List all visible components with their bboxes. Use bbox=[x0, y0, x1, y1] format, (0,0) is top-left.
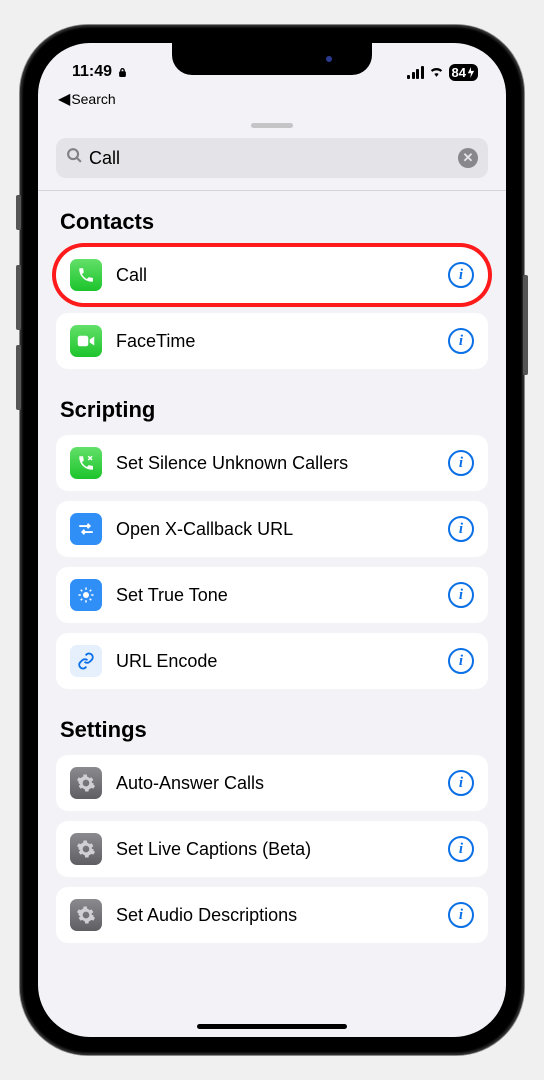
sheet-grabber[interactable] bbox=[251, 123, 293, 128]
volume-down bbox=[16, 345, 21, 410]
item-label: Open X-Callback URL bbox=[116, 519, 434, 540]
phone-silence-icon bbox=[70, 447, 102, 479]
section-header-scripting: Scripting bbox=[56, 379, 488, 435]
back-label: Search bbox=[71, 91, 115, 107]
info-button[interactable]: i bbox=[448, 648, 474, 674]
item-label: Set Audio Descriptions bbox=[116, 905, 434, 926]
mute-switch bbox=[16, 195, 21, 230]
search-input[interactable] bbox=[89, 148, 452, 169]
back-button[interactable]: ◀ Search bbox=[38, 87, 506, 115]
phone-icon bbox=[70, 259, 102, 291]
item-label: Set Live Captions (Beta) bbox=[116, 839, 434, 860]
brightness-icon bbox=[70, 579, 102, 611]
item-label: Auto-Answer Calls bbox=[116, 773, 434, 794]
action-true-tone[interactable]: Set True Tone i bbox=[56, 567, 488, 623]
gear-icon bbox=[70, 767, 102, 799]
search-field[interactable]: ✕ bbox=[56, 138, 488, 178]
home-indicator[interactable] bbox=[197, 1024, 347, 1029]
item-label: Set Silence Unknown Callers bbox=[116, 453, 434, 474]
volume-up bbox=[16, 265, 21, 330]
action-audio-descriptions[interactable]: Set Audio Descriptions i bbox=[56, 887, 488, 943]
chevron-left-icon: ◀ bbox=[58, 89, 70, 109]
link-icon bbox=[70, 645, 102, 677]
section-header-settings: Settings bbox=[56, 699, 488, 755]
item-label: URL Encode bbox=[116, 651, 434, 672]
section-header-contacts: Contacts bbox=[56, 191, 488, 247]
item-label: Set True Tone bbox=[116, 585, 434, 606]
clear-button[interactable]: ✕ bbox=[458, 148, 478, 168]
info-button[interactable]: i bbox=[448, 836, 474, 862]
action-call[interactable]: Call i bbox=[56, 247, 488, 303]
wifi-icon bbox=[428, 64, 445, 81]
gear-icon bbox=[70, 899, 102, 931]
camera-dot bbox=[326, 56, 332, 62]
action-facetime[interactable]: FaceTime i bbox=[56, 313, 488, 369]
info-button[interactable]: i bbox=[448, 450, 474, 476]
action-url-encode[interactable]: URL Encode i bbox=[56, 633, 488, 689]
action-x-callback[interactable]: Open X-Callback URL i bbox=[56, 501, 488, 557]
info-button[interactable]: i bbox=[448, 902, 474, 928]
info-button[interactable]: i bbox=[448, 516, 474, 542]
phone-frame: 11:49 bbox=[20, 25, 524, 1055]
arrows-icon bbox=[70, 513, 102, 545]
results-list: Contacts Call i FaceTime i bbox=[38, 191, 506, 943]
action-auto-answer[interactable]: Auto-Answer Calls i bbox=[56, 755, 488, 811]
item-label: Call bbox=[116, 265, 434, 286]
signal-icon bbox=[407, 66, 424, 79]
info-button[interactable]: i bbox=[448, 770, 474, 796]
battery-icon: 84 bbox=[449, 64, 478, 81]
status-time: 11:49 bbox=[72, 63, 112, 81]
search-icon bbox=[66, 147, 83, 169]
rotation-lock-icon bbox=[115, 65, 129, 79]
power-button bbox=[523, 275, 528, 375]
video-icon bbox=[70, 325, 102, 357]
item-label: FaceTime bbox=[116, 331, 434, 352]
action-silence-unknown[interactable]: Set Silence Unknown Callers i bbox=[56, 435, 488, 491]
info-button[interactable]: i bbox=[448, 262, 474, 288]
action-live-captions[interactable]: Set Live Captions (Beta) i bbox=[56, 821, 488, 877]
notch bbox=[172, 43, 372, 75]
info-button[interactable]: i bbox=[448, 582, 474, 608]
info-button[interactable]: i bbox=[448, 328, 474, 354]
gear-icon bbox=[70, 833, 102, 865]
screen: 11:49 bbox=[38, 43, 506, 1037]
